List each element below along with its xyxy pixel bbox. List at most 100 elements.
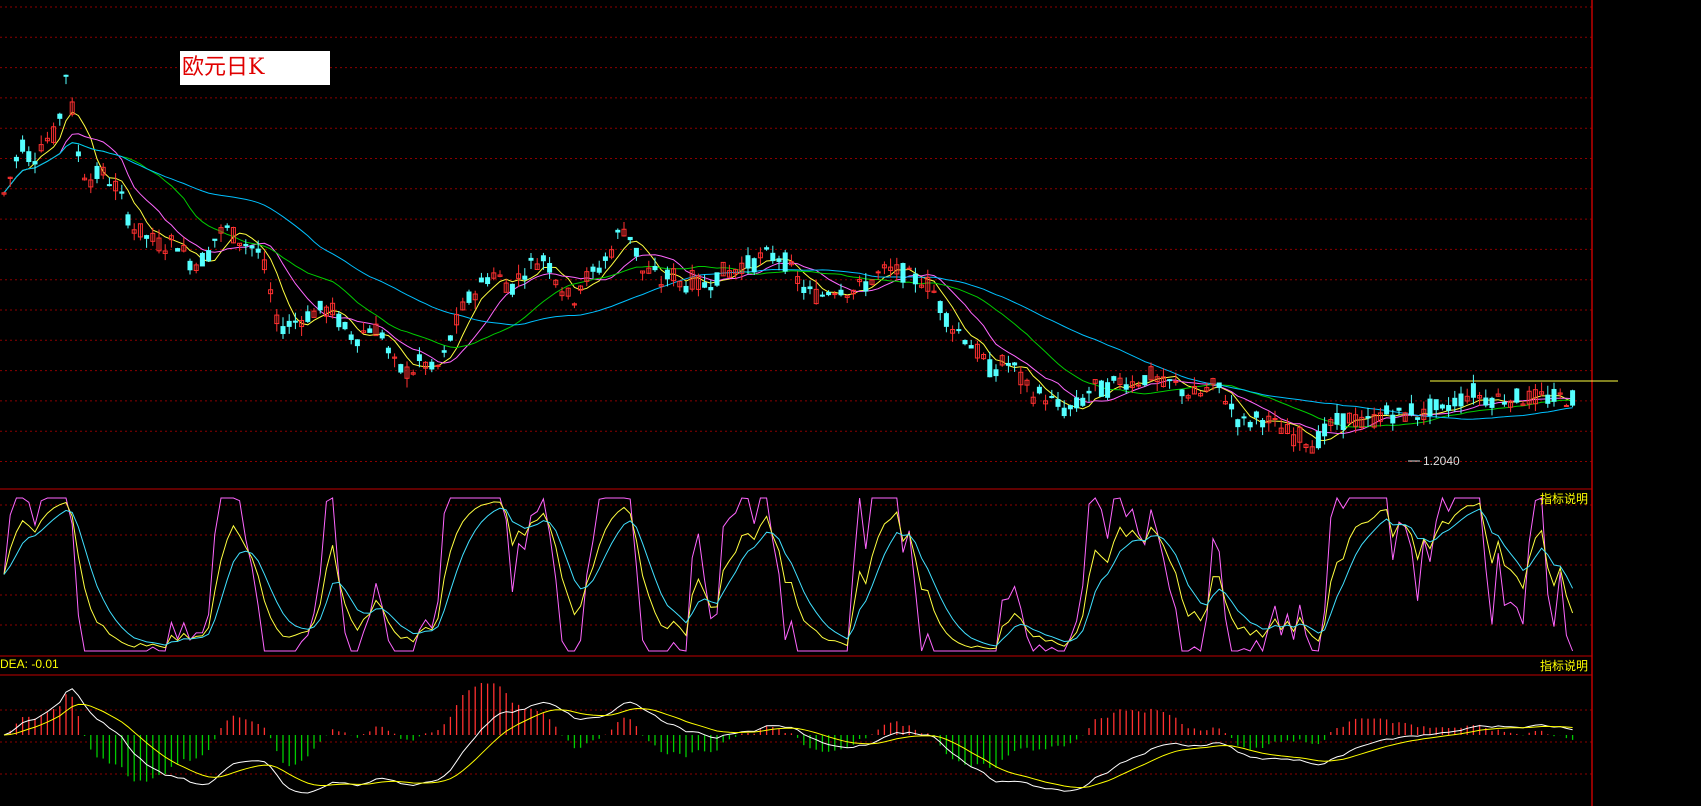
candle-body [336,313,342,328]
candle-body [1334,412,1340,425]
candle-body [1111,376,1117,381]
candle-body [1074,397,1080,409]
candle-body [522,275,528,280]
candle-body [937,301,943,314]
candle-body [1514,388,1520,403]
candle-body [20,139,26,152]
candle-body [212,238,218,241]
candle-body [863,281,869,292]
kdj-d-line [3,507,1574,647]
low-annotation: 1.2040 [1408,454,1460,468]
candle-body [1470,383,1476,398]
candle-body [714,272,720,286]
candle-body [1005,362,1011,366]
candle-body [801,286,807,293]
candle-body [429,361,435,370]
candle-body [348,334,354,340]
candle-body [702,282,708,288]
candle-body [1272,418,1278,421]
candle-body [1247,421,1253,428]
candle-body [1241,416,1247,419]
candle-body [1433,399,1439,411]
candle-body [1489,397,1495,408]
candle-body [956,329,962,332]
candle-body [547,263,553,273]
candle-body [1390,414,1396,424]
candle-body [1173,380,1179,383]
macd-panel-grid [0,709,1592,775]
candle-body [1365,416,1371,419]
candle-body [63,74,69,77]
candle-body [826,291,832,296]
candle-body [199,252,205,267]
indicator-help-1[interactable]: 指标说明 [1540,490,1588,507]
kdj-k-line [3,501,1574,650]
kdj-panel-grid [0,504,1592,626]
candle-body [770,252,776,262]
indicator-help-2[interactable]: 指标说明 [1540,657,1588,674]
candle-body [1501,401,1507,405]
candle-body [32,161,38,165]
candle-body [832,293,838,296]
candle-body [485,277,491,285]
candle-body [633,247,639,257]
candle-body [175,248,181,252]
candle-body [1260,420,1266,428]
candle-body [764,247,770,250]
candle-body [1086,390,1092,394]
candle-body [1235,419,1241,428]
candle-body [1396,407,1402,411]
candle-body [615,229,621,233]
candle-body [1551,388,1557,402]
kdj-lines [3,496,1574,653]
candle-body [13,156,19,162]
candle-body [243,243,249,247]
candle-body [1105,382,1111,398]
candle-body [187,260,193,271]
candle-body [962,339,968,345]
candle-body [993,369,999,377]
candle-body [1080,397,1086,406]
candle-body [106,184,112,187]
candle-body [1563,404,1569,407]
candle-body [1315,431,1321,449]
candle-body [224,225,230,228]
candle-body [652,265,658,271]
candle-body [292,320,298,323]
candle-body [1570,390,1576,406]
candle-body [1452,397,1458,407]
candle-body [441,350,447,353]
candle-body [1446,405,1452,411]
candle-body [1340,413,1346,430]
candle-body [776,258,782,262]
candle-body [1049,396,1055,399]
candle-body [1167,379,1173,382]
candle-body [466,291,472,303]
ma10-line [3,133,1573,435]
candle-body [596,267,602,273]
candle-body [75,151,81,157]
candle-body [1061,407,1067,417]
candle-body [249,245,255,249]
candle-body [782,252,788,272]
candle-body [342,321,348,330]
candle-body [1545,394,1551,404]
candle-body [416,354,422,362]
candle-body [305,311,311,322]
candle-body [57,113,63,119]
candle-body [683,285,689,293]
candle-body [26,151,32,163]
low-price-label: 1.2040 [1423,454,1460,468]
kline-chart[interactable]: 1.2040 [0,0,1701,806]
candle-body [206,250,212,262]
candle-body [987,359,993,378]
candle-body [379,332,385,339]
dif-line [3,688,1573,794]
candle-body [367,328,373,333]
moving-average-lines [3,111,1573,442]
chart-title: 欧元日K [180,51,330,85]
candle-body [1136,384,1142,387]
candle-body [912,273,918,285]
panel-borders [0,0,1618,806]
ma20-line [3,142,1573,428]
